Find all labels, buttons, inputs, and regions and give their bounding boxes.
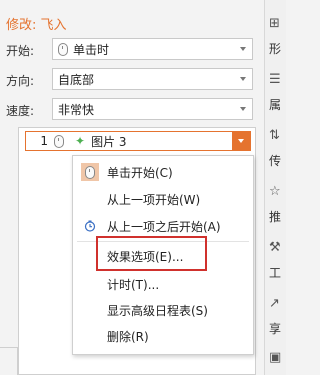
right-rail: ⊞ 形 ☰ 属 ⇅ 传 ☆ 推 ⚒ 工 ↗ 享 ▣ [264,0,286,375]
properties-icon[interactable]: ☰ [269,72,281,87]
speed-select-value: 非常快 [58,102,95,117]
menu-item-label: 从上一项之后开始(A) [107,219,221,234]
mouse-icon [58,42,68,56]
animation-list-item[interactable]: 1 ✦ 图片 3 [25,131,251,151]
rail-item-properties[interactable]: 属 [269,96,281,113]
share-icon[interactable]: ↗ [269,296,280,311]
menu-item-timing[interactable]: 计时(T)... [73,272,253,296]
chevron-down-icon [240,47,246,51]
panel-title: 修改: 飞入 [6,18,67,33]
menu-item-start-on-click[interactable]: 单击开始(C) [73,160,253,184]
animation-order-number: 1 [40,134,48,148]
chevron-down-icon [240,107,246,111]
entrance-effect-icon: ✦ [75,134,86,148]
menu-item-label: 单击开始(C) [107,165,173,180]
shape-icon[interactable]: ⊞ [269,16,280,31]
mouse-click-icon [81,163,99,181]
transfer-icon[interactable]: ⇅ [269,128,280,143]
chevron-down-icon [240,77,246,81]
menu-item-start-after-previous[interactable]: 从上一项之后开始(A) [73,214,253,238]
start-select-value: 单击时 [73,42,110,57]
menu-item-show-advanced-timeline[interactable]: 显示高级日程表(S) [73,298,253,322]
rail-item-tools[interactable]: 工 [269,264,281,281]
clock-icon [81,217,99,235]
direction-label: 方向: [6,74,35,88]
direction-select-value: 自底部 [58,72,95,87]
image-icon[interactable]: ▣ [269,350,281,365]
menu-item-delete[interactable]: 删除(R) [73,324,253,348]
menu-item-start-with-previous[interactable]: 从上一项开始(W) [73,187,253,211]
speed-select[interactable]: 非常快 [52,98,253,120]
start-select[interactable]: 单击时 [52,38,253,60]
menu-item-label: 计时(T)... [107,277,160,292]
menu-item-label: 从上一项开始(W) [107,192,201,207]
star-icon[interactable]: ☆ [269,184,281,199]
menu-item-label: 显示高级日程表(S) [107,303,208,318]
rail-item-share[interactable]: 享 [269,320,281,337]
rail-item-transfer[interactable]: 传 [269,152,281,169]
item-dropdown-button[interactable] [232,132,250,150]
menu-item-label: 删除(R) [107,329,149,344]
animation-item-name: 图片 3 [91,134,127,149]
tools-icon[interactable]: ⚒ [269,240,281,255]
rail-item-recommend[interactable]: 推 [269,208,281,225]
panel-tab[interactable] [0,347,18,375]
direction-select[interactable]: 自底部 [52,68,253,90]
speed-label: 速度: [6,104,35,118]
mouse-icon [54,134,64,148]
start-label: 开始: [6,44,35,58]
annotation-highlight-box [96,236,207,271]
rail-item-shape[interactable]: 形 [269,40,281,57]
